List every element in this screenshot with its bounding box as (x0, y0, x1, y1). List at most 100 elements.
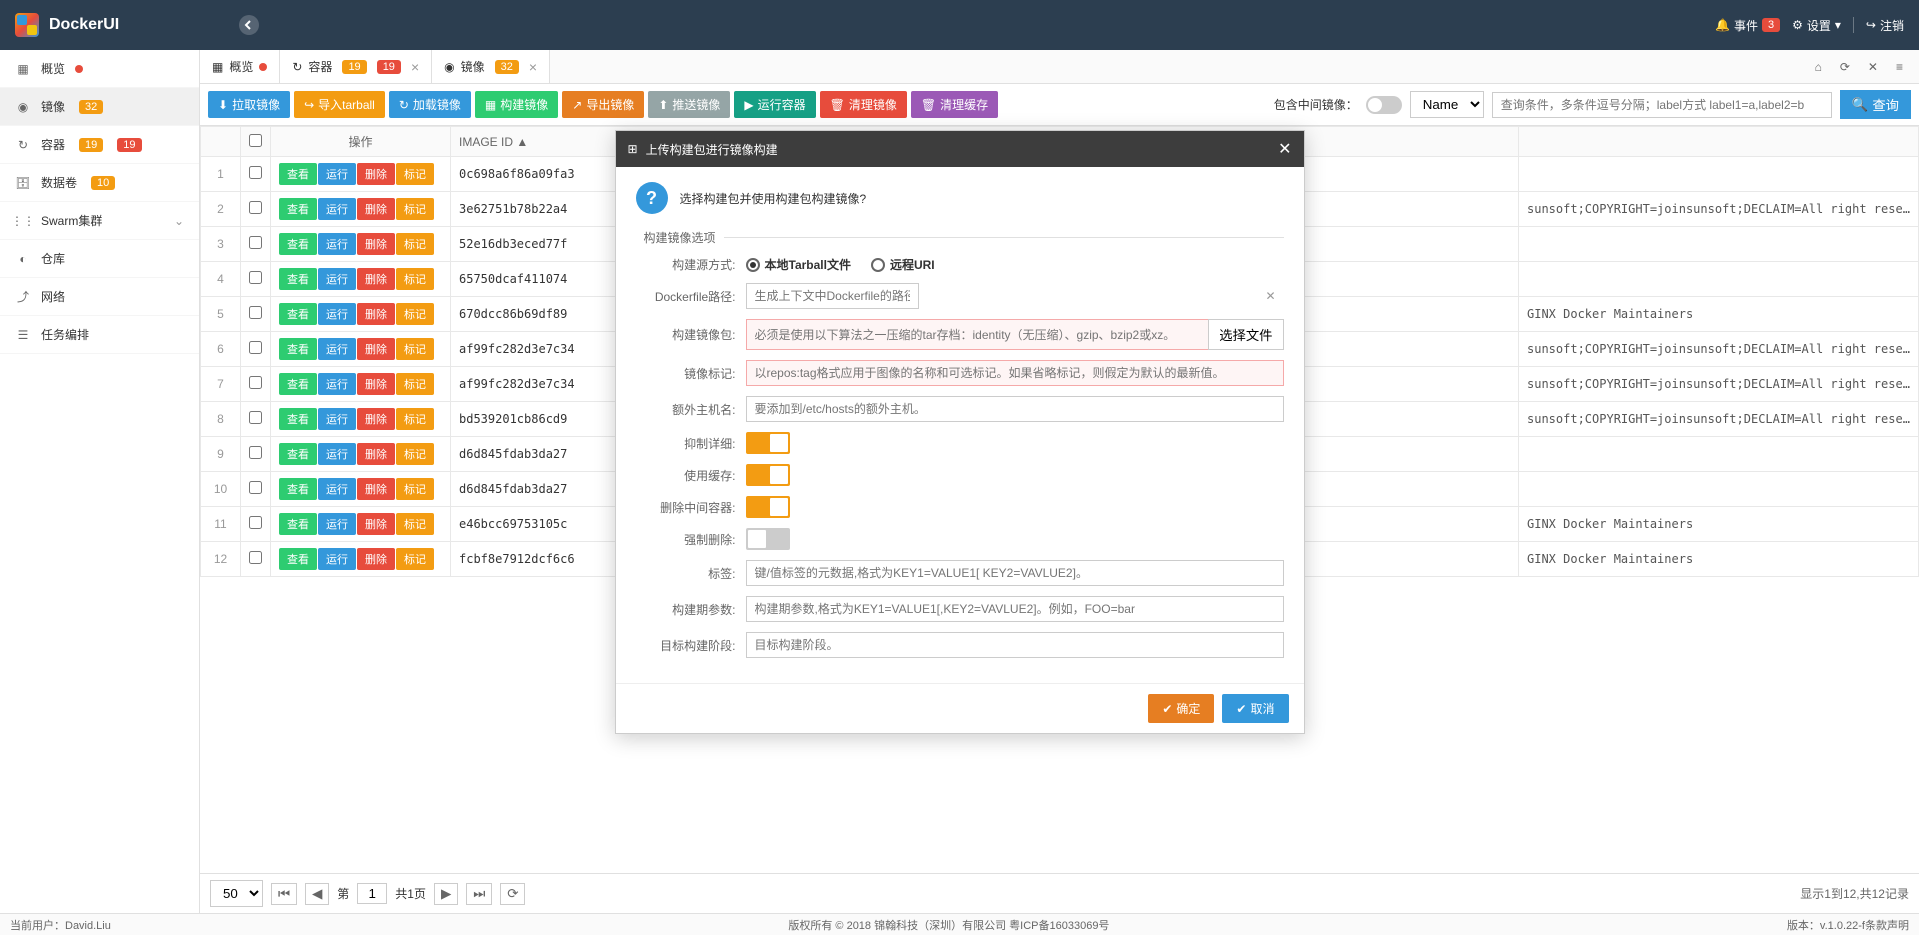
menu-icon[interactable]: ≡ (1888, 56, 1911, 78)
tag-button[interactable]: 标记 (396, 338, 434, 360)
remove-intermediate-toggle[interactable] (746, 496, 790, 518)
row-checkbox[interactable] (249, 411, 262, 424)
run-button[interactable]: 运行 (318, 548, 356, 570)
push-image-button[interactable]: ⬆推送镜像 (648, 91, 730, 118)
run-button[interactable]: 运行 (318, 268, 356, 290)
sidebar-item-7[interactable]: ☰任务编排 (0, 316, 199, 354)
load-image-button[interactable]: ↻加载镜像 (389, 91, 471, 118)
row-checkbox[interactable] (249, 516, 262, 529)
delete-button[interactable]: 删除 (357, 373, 395, 395)
row-checkbox[interactable] (249, 341, 262, 354)
view-button[interactable]: 查看 (279, 233, 317, 255)
view-button[interactable]: 查看 (279, 443, 317, 465)
tag-button[interactable]: 标记 (396, 548, 434, 570)
delete-button[interactable]: 删除 (357, 443, 395, 465)
include-intermediate-toggle[interactable] (1366, 96, 1402, 114)
home-icon[interactable]: ⌂ (1807, 56, 1830, 78)
source-local-radio[interactable]: 本地Tarball文件 (746, 256, 851, 273)
modal-close-button[interactable]: ✕ (1278, 139, 1291, 159)
export-image-button[interactable]: ↗导出镜像 (562, 91, 644, 118)
target-stage-input[interactable] (746, 632, 1284, 658)
tag-button[interactable]: 标记 (396, 268, 434, 290)
suppress-verbose-toggle[interactable] (746, 432, 790, 454)
extra-host-input[interactable] (746, 396, 1284, 422)
row-checkbox[interactable] (249, 236, 262, 249)
refresh-page-button[interactable]: ⟳ (500, 883, 525, 905)
tab-0[interactable]: ▦概览 (200, 50, 280, 83)
run-button[interactable]: 运行 (318, 233, 356, 255)
view-button[interactable]: 查看 (279, 303, 317, 325)
view-button[interactable]: 查看 (279, 268, 317, 290)
tab-close-icon[interactable]: × (529, 59, 537, 75)
run-button[interactable]: 运行 (318, 338, 356, 360)
view-button[interactable]: 查看 (279, 373, 317, 395)
page-number-input[interactable] (357, 883, 387, 904)
view-button[interactable]: 查看 (279, 198, 317, 220)
row-checkbox[interactable] (249, 376, 262, 389)
delete-button[interactable]: 删除 (357, 268, 395, 290)
row-checkbox[interactable] (249, 166, 262, 179)
tag-button[interactable]: 标记 (396, 408, 434, 430)
run-button[interactable]: 运行 (318, 163, 356, 185)
run-button[interactable]: 运行 (318, 303, 356, 325)
sidebar-item-0[interactable]: ▦概览 (0, 50, 199, 88)
view-button[interactable]: 查看 (279, 478, 317, 500)
last-page-button[interactable]: ⏭ (466, 883, 492, 905)
col-action[interactable]: 操作 (271, 127, 451, 157)
page-size-select[interactable]: 50 (210, 880, 263, 907)
build-image-button[interactable]: ▦构建镜像 (475, 91, 558, 118)
cancel-button[interactable]: ✔取消 (1222, 694, 1288, 723)
tag-button[interactable]: 标记 (396, 478, 434, 500)
sidebar-item-1[interactable]: ◉镜像32 (0, 88, 199, 126)
tag-button[interactable]: 标记 (396, 443, 434, 465)
view-button[interactable]: 查看 (279, 338, 317, 360)
sidebar-item-2[interactable]: ↻容器1919 (0, 126, 199, 164)
choose-file-button[interactable]: 选择文件 (1208, 319, 1283, 350)
search-button[interactable]: 🔍查询 (1840, 90, 1911, 119)
sidebar-item-4[interactable]: ⋮⋮Swarm集群⌄ (0, 202, 199, 240)
import-tarball-button[interactable]: ↪导入tarball (294, 91, 385, 118)
sidebar-item-3[interactable]: 🗄数据卷10 (0, 164, 199, 202)
run-button[interactable]: 运行 (318, 373, 356, 395)
refresh-icon[interactable]: ⟳ (1832, 56, 1858, 78)
tag-button[interactable]: 标记 (396, 513, 434, 535)
prev-page-button[interactable]: ◀ (305, 883, 329, 905)
delete-button[interactable]: 删除 (357, 163, 395, 185)
view-button[interactable]: 查看 (279, 548, 317, 570)
tab-1[interactable]: ↻容器1919× (280, 50, 432, 83)
row-checkbox[interactable] (249, 446, 262, 459)
clear-icon[interactable]: ✕ (1265, 289, 1275, 303)
dockerfile-path-input[interactable] (746, 283, 919, 309)
row-checkbox[interactable] (249, 551, 262, 564)
tag-button[interactable]: 标记 (396, 163, 434, 185)
clean-image-button[interactable]: 🗑清理镜像 (820, 91, 907, 118)
tag-button[interactable]: 标记 (396, 198, 434, 220)
select-all-checkbox[interactable] (249, 134, 262, 147)
build-args-input[interactable] (746, 596, 1284, 622)
view-button[interactable]: 查看 (279, 513, 317, 535)
close-tab-icon[interactable]: ✕ (1860, 56, 1886, 78)
row-checkbox[interactable] (249, 481, 262, 494)
search-by-select[interactable]: Name (1410, 91, 1484, 118)
delete-button[interactable]: 删除 (357, 408, 395, 430)
delete-button[interactable]: 删除 (357, 478, 395, 500)
tag-button[interactable]: 标记 (396, 303, 434, 325)
run-button[interactable]: 运行 (318, 443, 356, 465)
sidebar-item-6[interactable]: ⤴网络 (0, 278, 199, 316)
tag-button[interactable]: 标记 (396, 373, 434, 395)
back-button[interactable] (239, 15, 259, 35)
row-checkbox[interactable] (249, 201, 262, 214)
source-remote-radio[interactable]: 远程URI (871, 256, 935, 273)
delete-button[interactable]: 删除 (357, 513, 395, 535)
build-package-input[interactable] (746, 319, 1210, 350)
search-input[interactable] (1492, 92, 1832, 118)
settings-button[interactable]: ⚙ 设置 ▾ (1792, 17, 1841, 34)
image-tag-input[interactable] (746, 360, 1284, 386)
confirm-button[interactable]: ✔确定 (1148, 694, 1214, 723)
clean-cache-button[interactable]: 🗑清理缓存 (911, 91, 998, 118)
run-container-button[interactable]: ▶运行容器 (734, 91, 815, 118)
pull-image-button[interactable]: ⬇拉取镜像 (208, 91, 290, 118)
run-button[interactable]: 运行 (318, 198, 356, 220)
logout-button[interactable]: ↪ 注销 (1866, 17, 1904, 34)
use-cache-toggle[interactable] (746, 464, 790, 486)
